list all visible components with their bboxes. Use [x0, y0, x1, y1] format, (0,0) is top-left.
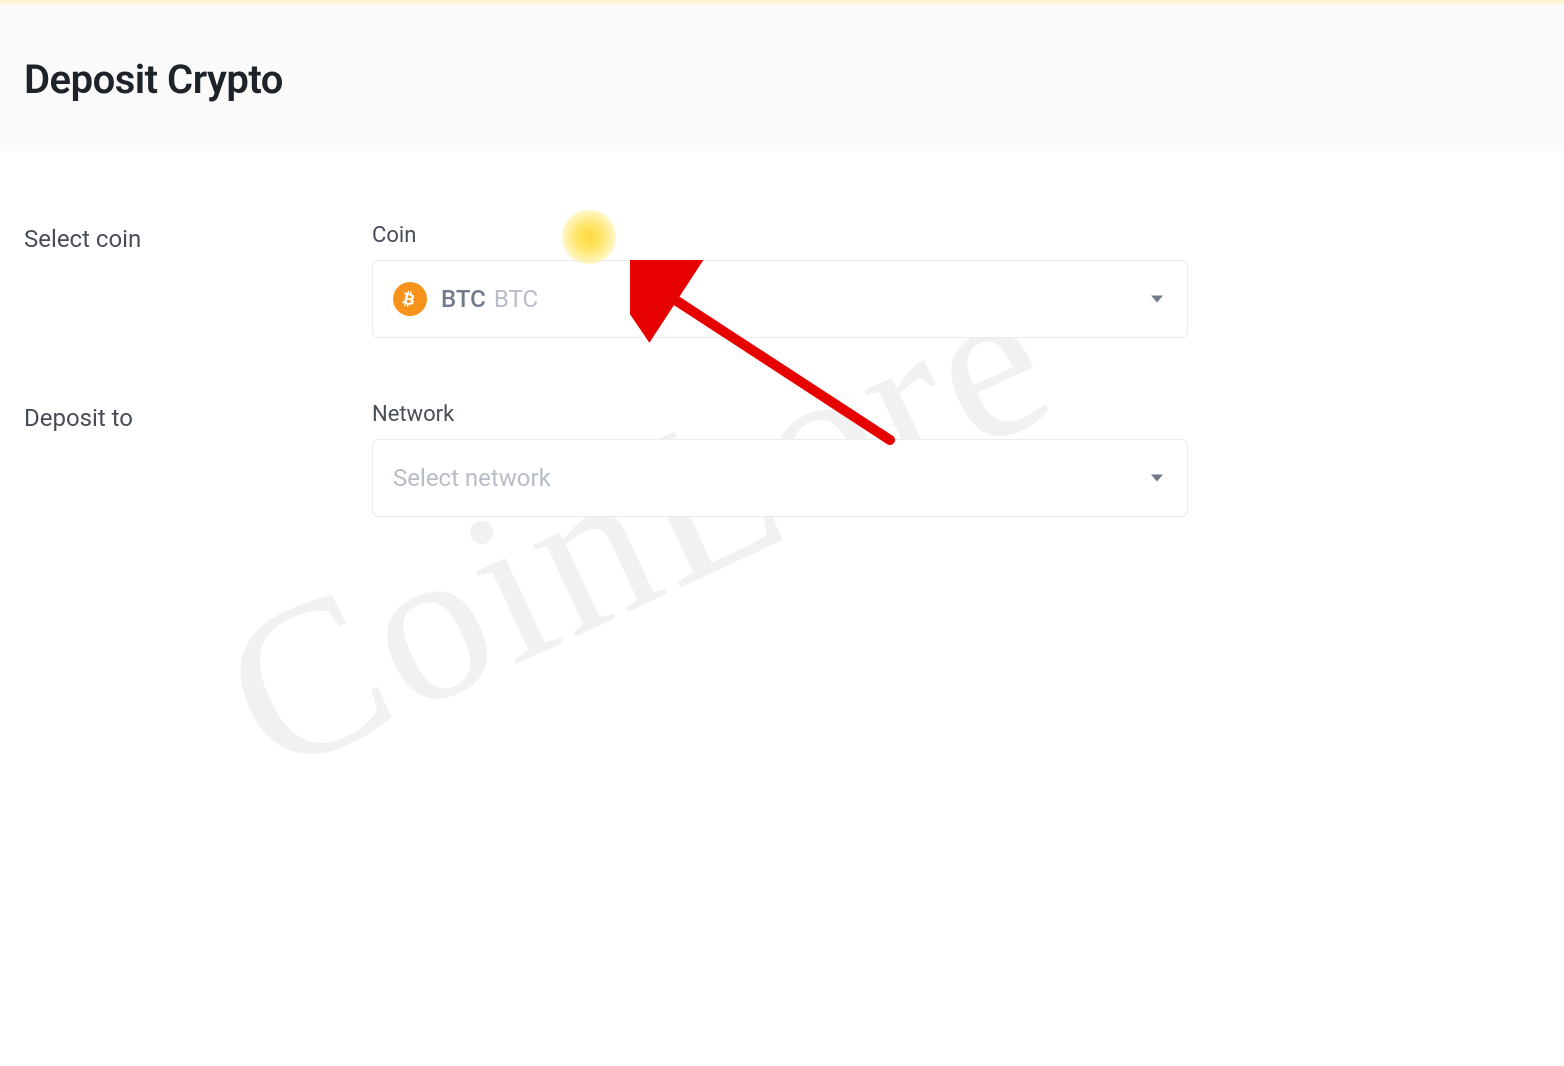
coin-ticker: BTC	[441, 285, 486, 313]
chevron-down-icon	[1151, 296, 1163, 303]
network-dropdown[interactable]: Select network	[372, 439, 1188, 517]
coin-field-label: Coin	[372, 223, 1188, 248]
chevron-down-icon	[1151, 475, 1163, 482]
page-title: Deposit Crypto	[24, 56, 1540, 103]
page-header: Deposit Crypto	[0, 0, 1564, 151]
network-field-label: Network	[372, 402, 1188, 427]
coin-control: Coin BTC BTC	[372, 223, 1188, 338]
select-coin-label: Select coin	[24, 223, 372, 338]
bitcoin-icon	[393, 282, 427, 316]
coin-dropdown[interactable]: BTC BTC	[372, 260, 1188, 338]
select-coin-row: Select coin Coin BTC BTC	[24, 223, 1540, 338]
network-placeholder: Select network	[393, 464, 551, 492]
deposit-to-row: Deposit to Network Select network	[24, 402, 1540, 517]
deposit-to-label: Deposit to	[24, 402, 372, 517]
content-area: Select coin Coin BTC BTC Deposit to Netw…	[0, 151, 1564, 605]
network-control: Network Select network	[372, 402, 1188, 517]
coin-name: BTC	[494, 285, 538, 313]
